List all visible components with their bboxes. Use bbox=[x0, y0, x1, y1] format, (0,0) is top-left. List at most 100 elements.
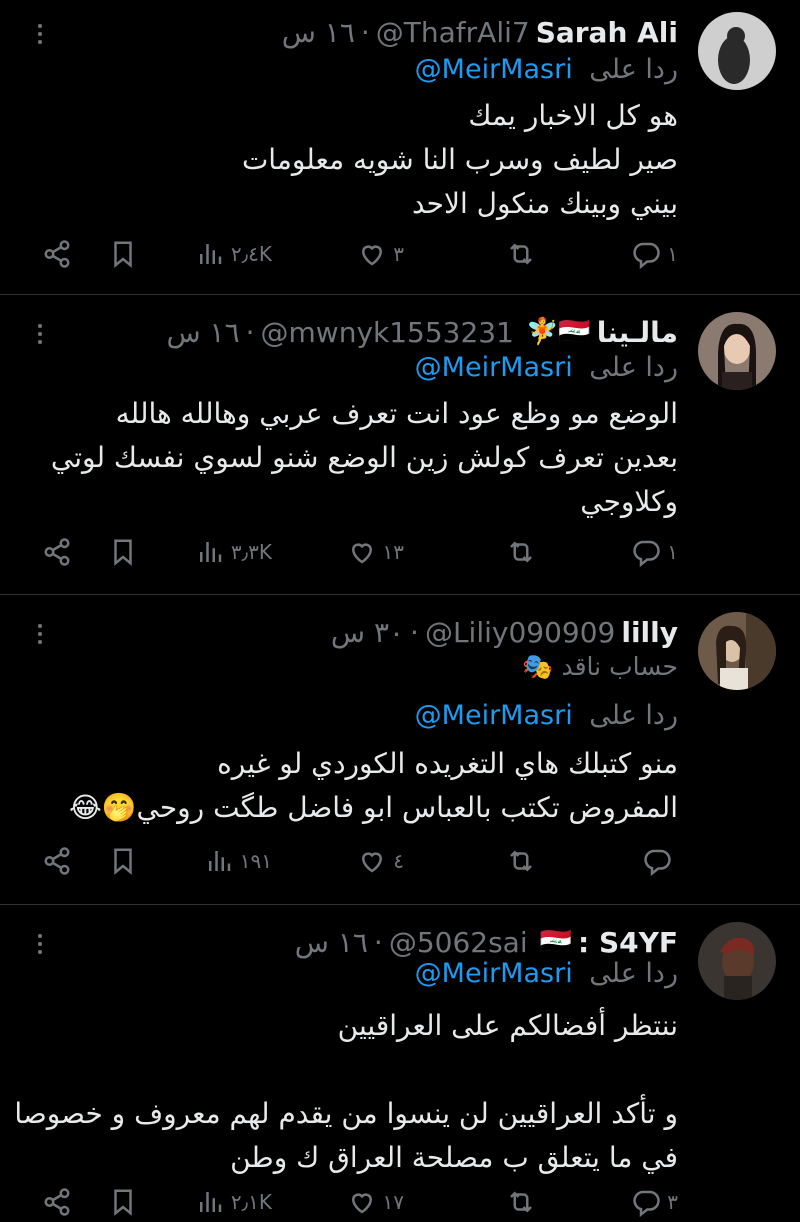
tweet-text: ننتظر أفضالكم على العراقيين و تأكد العرا… bbox=[14, 1004, 678, 1180]
views-count: ٢٫١K bbox=[230, 1190, 272, 1214]
tweet-text-line: المفروض تكتب بالعباس ابو فاضل طگت روحي🤭😂 bbox=[68, 791, 678, 824]
timestamp[interactable]: ١٦ س bbox=[295, 926, 368, 959]
retweet-button[interactable] bbox=[506, 234, 542, 274]
like-button[interactable]: ١٧ bbox=[347, 1182, 404, 1222]
reply-count: ٣ bbox=[667, 1190, 678, 1214]
share-button[interactable] bbox=[42, 841, 72, 881]
bookmark-icon bbox=[114, 241, 132, 268]
like-count: ٤ bbox=[393, 849, 404, 873]
share-icon bbox=[44, 538, 70, 566]
tweet-text-line: صير لطيف وسرب النا شويه معلومات bbox=[241, 143, 678, 176]
share-button[interactable] bbox=[42, 234, 72, 274]
tweet-text-line: بعدين تعرف كولش زين الوضع شنو لسوي نفسك … bbox=[50, 441, 678, 474]
views-button[interactable]: ٢٫١K bbox=[195, 1182, 272, 1222]
like-button[interactable]: ٤ bbox=[357, 841, 404, 881]
tweet[interactable]: S4YF : 🇮🇶 @5062sai · ١٦ س ردا على @MeirM… bbox=[0, 910, 800, 1220]
views-icon bbox=[199, 244, 222, 264]
reply-button[interactable]: ٣ bbox=[631, 1182, 678, 1222]
avatar[interactable] bbox=[698, 312, 776, 390]
like-count: ١٧ bbox=[382, 1190, 404, 1214]
tweet[interactable]: lilly @Liliy090909 · ٣٠ س حساب ناقد 🎭 رد… bbox=[0, 600, 800, 900]
retweet-icon bbox=[510, 243, 532, 265]
reply-icon bbox=[633, 540, 660, 567]
user-handle[interactable]: @5062sai bbox=[389, 926, 528, 959]
bookmark-button[interactable] bbox=[108, 234, 138, 274]
views-icon bbox=[199, 1192, 222, 1212]
mention-link[interactable]: @MeirMasri bbox=[415, 352, 573, 383]
retweet-button[interactable] bbox=[506, 841, 542, 881]
replying-to-label: ردا على bbox=[589, 700, 678, 731]
replying-to: ردا على @MeirMasri bbox=[415, 352, 678, 383]
like-button[interactable]: ١٣ bbox=[347, 532, 404, 572]
reply-button[interactable] bbox=[642, 841, 678, 881]
views-button[interactable]: ٢٫٤K bbox=[195, 234, 272, 274]
reply-icon bbox=[633, 1190, 660, 1217]
bookmark-button[interactable] bbox=[108, 841, 138, 881]
like-button[interactable]: ٣ bbox=[357, 234, 404, 274]
display-name[interactable]: S4YF : bbox=[578, 926, 678, 959]
separator-dot: · bbox=[410, 615, 419, 649]
tweet[interactable]: مالـينا 🇮🇶🧚 @mwnyk1553231 · ١٦ س ردا على… bbox=[0, 300, 800, 594]
tweet-text-line: بيني وبينك منكول الاحد bbox=[411, 187, 678, 220]
tweet[interactable]: Sarah Ali @ThafrAli7 · ١٦ س ردا على @Mei… bbox=[0, 0, 800, 294]
replying-to: ردا على @MeirMasri bbox=[415, 54, 678, 85]
share-icon bbox=[44, 1188, 70, 1216]
reply-icon bbox=[644, 849, 671, 876]
user-handle[interactable]: @mwnyk1553231 bbox=[261, 316, 514, 349]
divider bbox=[0, 904, 800, 905]
action-bar: ٣ ١٧ ٢٫١K bbox=[0, 1182, 800, 1222]
replying-to-label: ردا على bbox=[589, 352, 678, 383]
share-button[interactable] bbox=[42, 532, 72, 572]
tweet-header: مالـينا 🇮🇶🧚 @mwnyk1553231 · ١٦ س bbox=[166, 312, 678, 352]
bookmark-button[interactable] bbox=[108, 532, 138, 572]
views-count: ٢٫٤K bbox=[230, 242, 272, 266]
avatar[interactable] bbox=[698, 922, 776, 1000]
avatar[interactable] bbox=[698, 12, 776, 90]
reply-button[interactable]: ١ bbox=[631, 532, 678, 572]
views-button[interactable]: ١٩١ bbox=[204, 841, 272, 881]
like-icon bbox=[362, 245, 383, 266]
bookmark-icon bbox=[114, 848, 132, 875]
retweet-button[interactable] bbox=[506, 1182, 542, 1222]
views-button[interactable]: ٣٫٣K bbox=[195, 532, 272, 572]
tweet-text-line: الوضع مو وظع عود انت تعرف عربي وهالله ها… bbox=[115, 397, 678, 430]
avatar[interactable] bbox=[698, 612, 776, 690]
timestamp[interactable]: ١٦ س bbox=[166, 316, 239, 349]
like-icon bbox=[362, 852, 383, 873]
timestamp[interactable]: ٣٠ س bbox=[331, 616, 404, 649]
share-button[interactable] bbox=[42, 1182, 72, 1222]
more-icon[interactable] bbox=[30, 320, 50, 350]
timestamp[interactable]: ١٦ س bbox=[282, 16, 355, 49]
user-handle[interactable]: @Liliy090909 bbox=[425, 616, 615, 649]
tweet-text-line: وكلاوجي bbox=[580, 485, 678, 518]
display-name[interactable]: مالـينا bbox=[597, 316, 678, 349]
reply-count: ١ bbox=[667, 540, 678, 564]
mention-link[interactable]: @MeirMasri bbox=[415, 700, 573, 731]
retweet-icon bbox=[510, 1191, 532, 1213]
separator-dot: · bbox=[245, 315, 255, 349]
display-name[interactable]: Sarah Ali bbox=[536, 16, 678, 49]
more-icon[interactable] bbox=[30, 20, 50, 50]
bookmark-button[interactable] bbox=[108, 1182, 138, 1222]
more-icon[interactable] bbox=[30, 620, 50, 650]
reply-icon bbox=[633, 242, 660, 269]
mention-link[interactable]: @MeirMasri bbox=[415, 54, 573, 85]
like-count: ١٣ bbox=[382, 540, 404, 564]
divider bbox=[0, 294, 800, 295]
more-icon[interactable] bbox=[30, 930, 50, 960]
user-handle[interactable]: @ThafrAli7 bbox=[376, 16, 530, 49]
divider bbox=[0, 594, 800, 595]
like-icon bbox=[351, 543, 372, 564]
reply-button[interactable]: ١ bbox=[631, 234, 678, 274]
mention-link[interactable]: @MeirMasri bbox=[415, 958, 573, 989]
action-bar: ٤ ١٩١ bbox=[0, 841, 800, 881]
retweet-button[interactable] bbox=[506, 532, 542, 572]
flag-emoji: 🇮🇶🧚 bbox=[525, 317, 591, 347]
display-name[interactable]: lilly bbox=[621, 616, 678, 649]
views-count: ٣٫٣K bbox=[230, 540, 272, 564]
tweet-text-line: ننتظر أفضالكم على العراقيين bbox=[337, 1009, 678, 1042]
tweet-text: الوضع مو وظع عود انت تعرف عربي وهالله ها… bbox=[28, 392, 678, 524]
like-count: ٣ bbox=[393, 242, 404, 266]
separator-dot: · bbox=[360, 15, 370, 49]
tweet-header: S4YF : 🇮🇶 @5062sai · ١٦ س bbox=[295, 922, 678, 962]
